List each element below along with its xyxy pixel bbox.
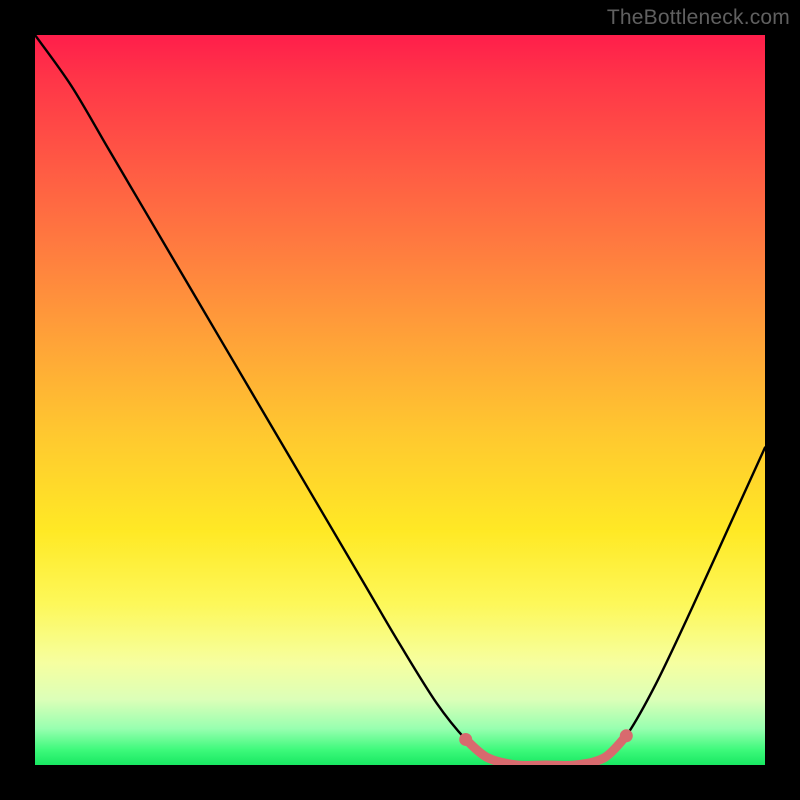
chart-frame: TheBottleneck.com: [0, 0, 800, 800]
watermark-text: TheBottleneck.com: [607, 6, 790, 30]
curve-layer: [35, 35, 765, 765]
highlight-end-dot: [620, 729, 633, 742]
highlight-start-dot: [459, 733, 472, 746]
bottleneck-highlight-path: [466, 736, 627, 765]
plot-area: [35, 35, 765, 765]
bottleneck-curve-path: [35, 35, 765, 765]
